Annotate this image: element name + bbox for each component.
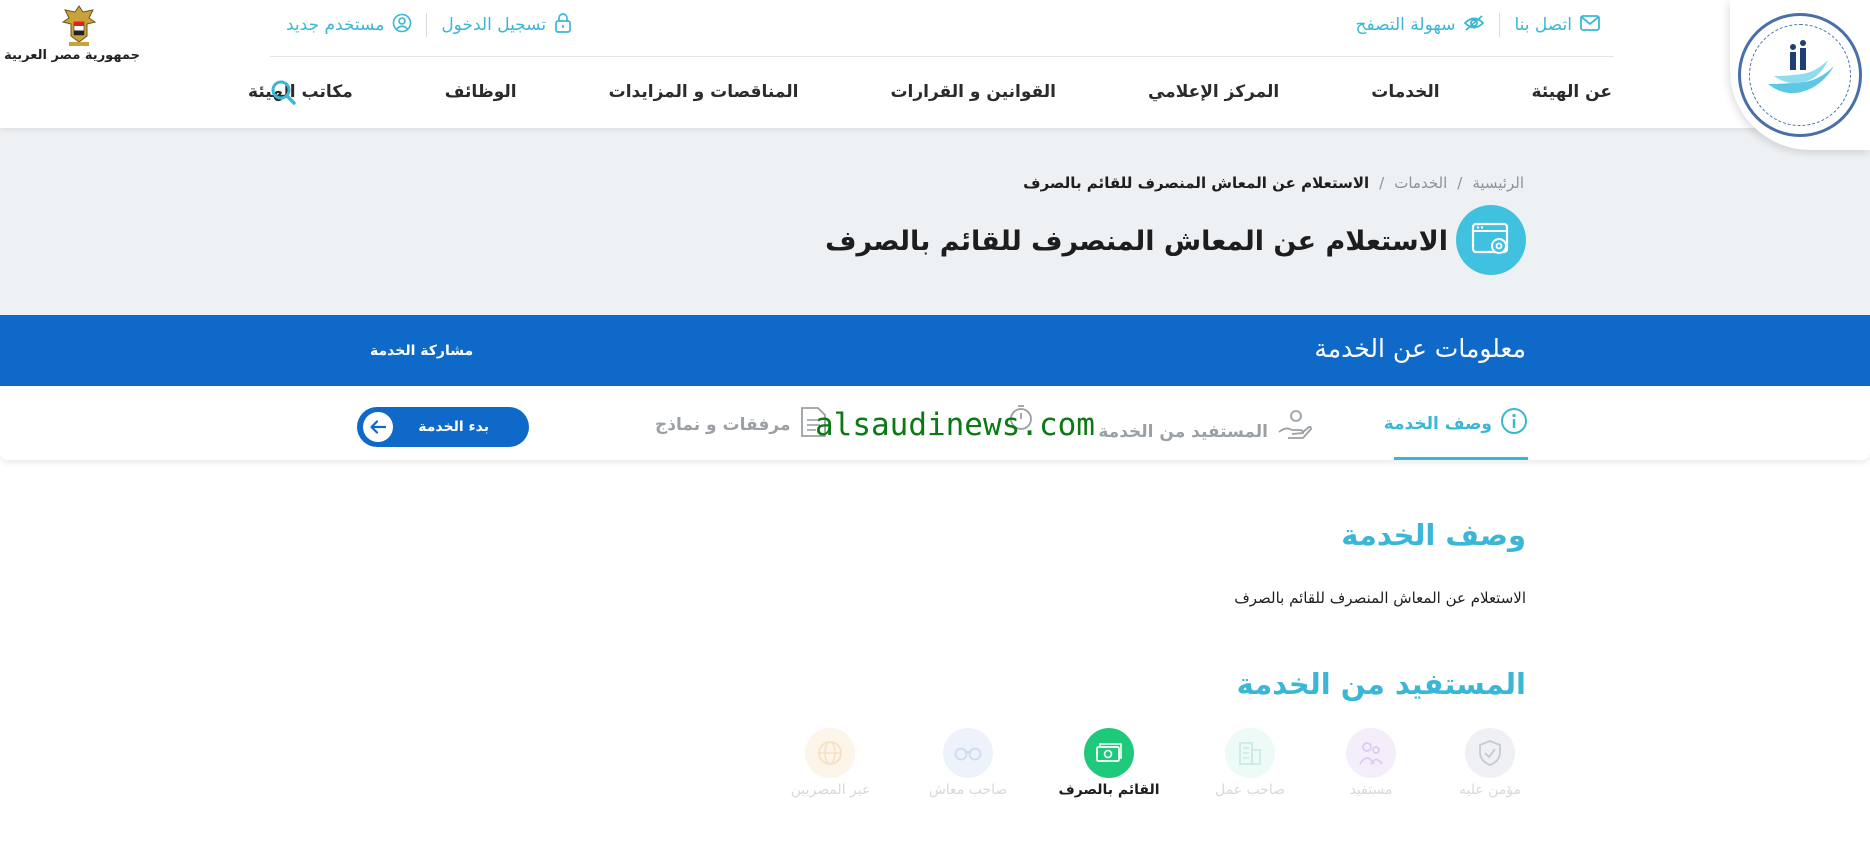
login-label: تسجيل الدخول <box>441 15 547 35</box>
watermark-text: alsaudinews.com <box>815 407 1095 443</box>
main-nav: عن الهيئة الخدمات المركز الإعلامي القوان… <box>248 82 1612 102</box>
beneficiary-label: صاحب معاش <box>928 782 1008 798</box>
nosi-logo-circle <box>1738 13 1862 137</box>
tab-attachments[interactable]: مرفقات و نماذج <box>655 406 828 443</box>
nav-laws[interactable]: القوانين و القرارات <box>890 82 1056 102</box>
start-service-button[interactable]: بدء الخدمة <box>357 407 529 447</box>
eye-slash-icon <box>1463 14 1485 37</box>
eagle-emblem-icon <box>59 2 99 48</box>
breadcrumb: الرئيسية / الخدمات / الاستعلام عن المعاش… <box>1023 174 1524 192</box>
arrow-left-icon <box>363 412 393 442</box>
beneficiary-insured[interactable]: مؤمن عليه <box>1435 728 1545 798</box>
gov-caption: جمهورية مصر العربية <box>4 48 140 63</box>
nav-offices[interactable]: مكاتب الهيئة <box>248 82 353 102</box>
lock-icon <box>554 12 572 39</box>
new-user-label: مستخدم جديد <box>286 15 385 35</box>
new-user-link[interactable]: مستخدم جديد <box>286 13 412 38</box>
beneficiary-heading: المستفيد من الخدمة <box>1236 667 1526 701</box>
description-text: الاستعلام عن المعاش المنصرف للقائم بالصر… <box>1234 589 1526 607</box>
beneficiary-pensioner[interactable]: صاحب معاش <box>913 728 1023 798</box>
breadcrumb-home[interactable]: الرئيسية <box>1472 174 1524 192</box>
active-tab-indicator <box>1394 457 1528 460</box>
contact-link[interactable]: اتصل بنا <box>1514 14 1600 36</box>
top-links-right: اتصل بنا سهولة التصفح <box>1356 10 1600 40</box>
tab-description[interactable]: وصف الخدمة <box>1384 407 1528 440</box>
accessibility-label: سهولة التصفح <box>1355 15 1456 35</box>
contact-label: اتصل بنا <box>1514 15 1572 35</box>
beneficiary-non-egyptian[interactable]: غير المصريين <box>775 728 885 798</box>
header-divider <box>270 56 1614 57</box>
glasses-icon <box>943 728 993 778</box>
login-link[interactable]: تسجيل الدخول <box>441 12 572 39</box>
tab-beneficiary[interactable]: المستفيد من الخدمة <box>1098 406 1312 447</box>
divider <box>426 13 428 37</box>
start-service-label: بدء الخدمة <box>418 419 489 435</box>
nav-tenders[interactable]: المناقصات و المزايدات <box>609 82 799 102</box>
page-hero <box>0 128 1870 315</box>
description-heading: وصف الخدمة <box>1341 518 1526 552</box>
cash-icon <box>1084 728 1134 778</box>
share-service-button[interactable]: مشاركة الخدمة <box>370 343 473 359</box>
accessibility-link[interactable]: سهولة التصفح <box>1356 14 1486 37</box>
beneficiary-label: صاحب عمل <box>1214 782 1286 798</box>
top-links-left: مستخدم جديد تسجيل الدخول <box>286 10 572 40</box>
globe-icon <box>805 728 855 778</box>
beneficiary-dependent[interactable]: مستفيد <box>1316 728 1426 798</box>
user-circle-icon <box>392 13 412 38</box>
beneficiary-label: مؤمن عليه <box>1458 782 1522 798</box>
divider <box>1499 13 1501 37</box>
nav-media-center[interactable]: المركز الإعلامي <box>1148 82 1279 102</box>
site-header: اتصل بنا سهولة التصفح مستخدم جديد تسجيل … <box>0 0 1870 128</box>
beneficiary-employer[interactable]: صاحب عمل <box>1195 728 1305 798</box>
hand-person-icon <box>1276 406 1312 447</box>
beneficiary-label: غير المصريين <box>790 782 870 798</box>
egypt-gov-logo: جمهورية مصر العربية <box>4 2 140 74</box>
search-icon[interactable] <box>270 79 296 109</box>
mail-icon <box>1580 14 1600 36</box>
service-info-bar <box>0 315 1870 386</box>
nav-services[interactable]: الخدمات <box>1371 82 1439 102</box>
tab-beneficiary-label: المستفيد من الخدمة <box>1098 421 1268 442</box>
family-icon <box>1346 728 1396 778</box>
info-icon <box>1500 407 1528 440</box>
breadcrumb-current: الاستعلام عن المعاش المنصرف للقائم بالصر… <box>1023 174 1370 192</box>
tab-attachments-label: مرفقات و نماذج <box>655 414 791 435</box>
breadcrumb-separator: / <box>1457 174 1463 192</box>
building-icon <box>1225 728 1275 778</box>
service-window-gear-icon <box>1456 205 1526 275</box>
beneficiary-label: مستفيد <box>1349 782 1393 798</box>
nav-about[interactable]: عن الهيئة <box>1532 82 1612 102</box>
beneficiary-label: القائم بالصرف <box>1058 782 1160 798</box>
nav-jobs[interactable]: الوظائف <box>445 82 517 102</box>
tab-description-label: وصف الخدمة <box>1383 413 1492 434</box>
breadcrumb-separator: / <box>1379 174 1385 192</box>
breadcrumb-services[interactable]: الخدمات <box>1394 174 1447 192</box>
shield-icon <box>1465 728 1515 778</box>
page-title: الاستعلام عن المعاش المنصرف للقائم بالصر… <box>825 226 1448 257</box>
beneficiary-disburser[interactable]: القائم بالصرف <box>1054 728 1164 798</box>
service-info-title: معلومات عن الخدمة <box>1314 334 1526 363</box>
